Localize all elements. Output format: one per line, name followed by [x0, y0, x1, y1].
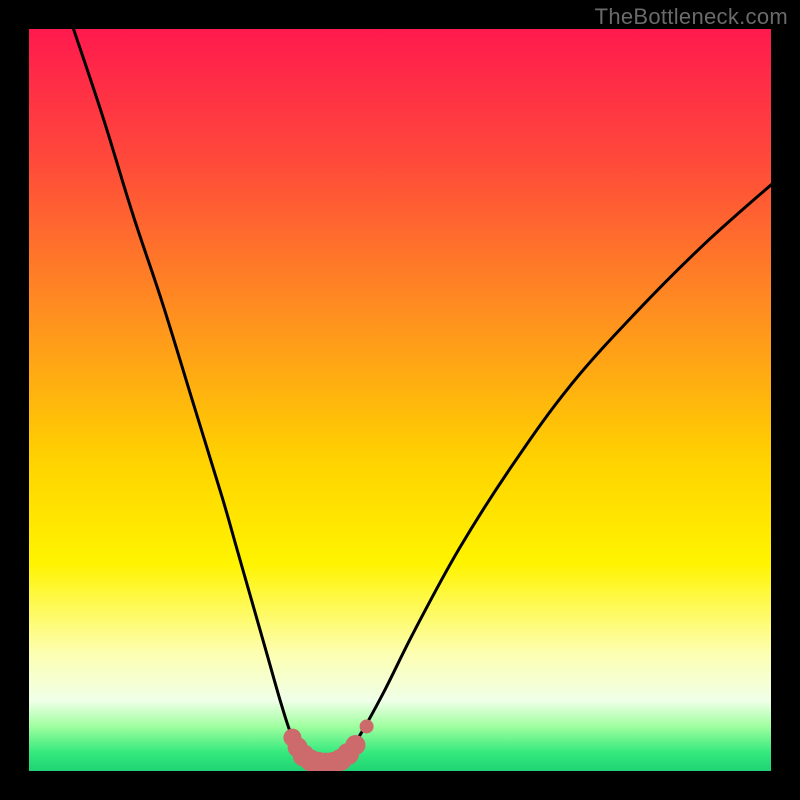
chart-frame: TheBottleneck.com: [0, 0, 800, 800]
curve-marker: [360, 719, 374, 733]
plot-area: [29, 29, 771, 771]
bottleneck-chart: [29, 29, 771, 771]
curve-marker: [345, 735, 365, 755]
watermark-label: TheBottleneck.com: [595, 4, 788, 30]
